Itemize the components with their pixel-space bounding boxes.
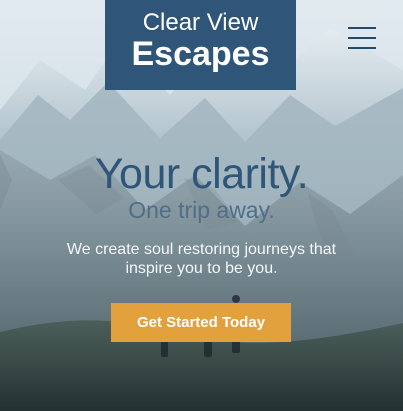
hero-subheadline: One trip away. xyxy=(128,197,275,223)
logo-line-2: Escapes xyxy=(131,35,270,73)
hero-section: Clear View Escapes Your clarity. One tri… xyxy=(0,0,403,411)
hero-headline: Your clarity. xyxy=(94,150,309,198)
menu-line xyxy=(348,47,376,49)
menu-line xyxy=(348,37,376,39)
menu-line xyxy=(348,27,376,29)
hero-description: We create soul restoring journeys that i… xyxy=(66,241,337,277)
hamburger-menu-icon[interactable] xyxy=(348,26,376,50)
logo-line-1: Clear View xyxy=(142,9,259,36)
get-started-button[interactable]: Get Started Today xyxy=(111,303,291,342)
site-logo[interactable]: Clear View Escapes xyxy=(105,0,296,90)
